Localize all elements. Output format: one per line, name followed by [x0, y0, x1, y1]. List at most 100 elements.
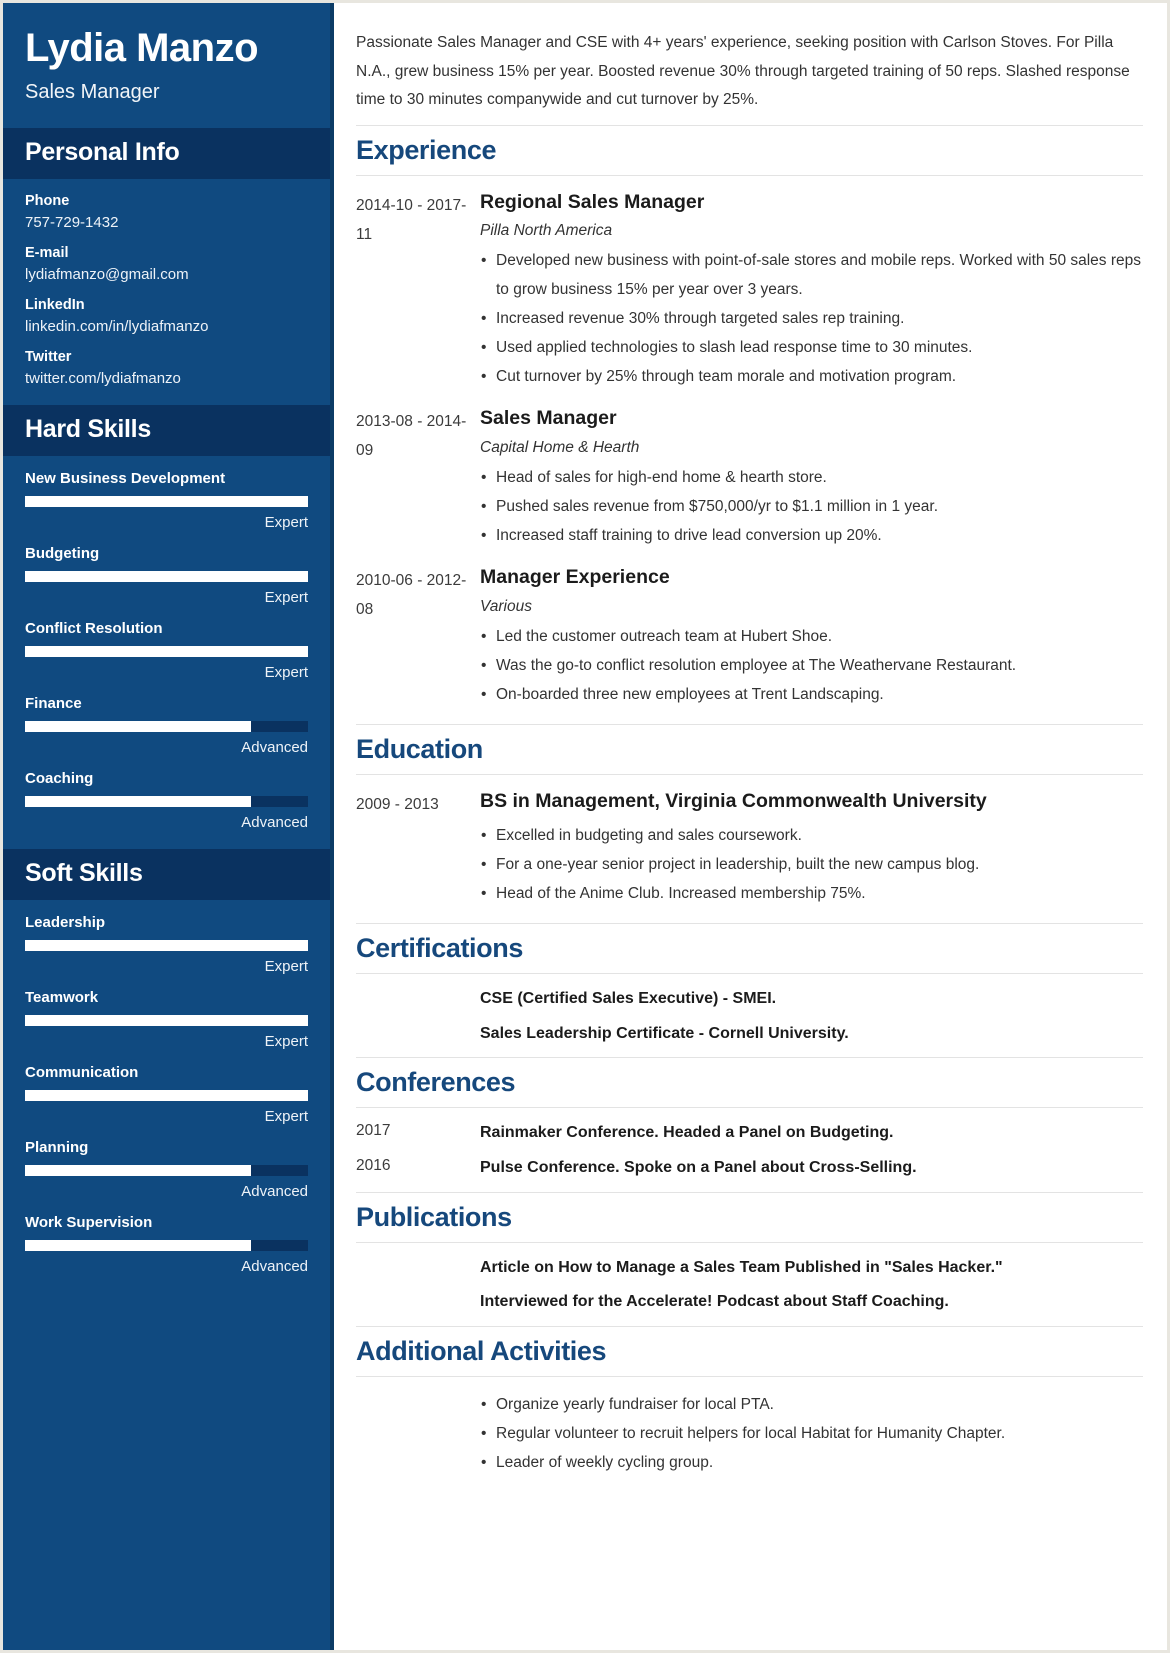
- skill-name: Budgeting: [25, 545, 100, 562]
- skill-item: Finance Advanced: [25, 695, 308, 756]
- bullet-item: Increased staff training to drive lead c…: [480, 522, 1143, 550]
- resume-entry: 2014-10 - 2017-11 Regional Sales Manager P…: [356, 190, 1143, 392]
- bullet-item: On-boarded three new employees at Trent …: [480, 681, 1143, 709]
- skill-bar-fill: [25, 1015, 308, 1026]
- skill-name: Leadership: [25, 914, 106, 931]
- skill-bar-track: [25, 796, 308, 807]
- bullet-item: Excelled in budgeting and sales coursewo…: [480, 822, 1143, 850]
- bullet-item: Organize yearly fundraiser for local PTA…: [480, 1391, 1143, 1419]
- contact-label: LinkedIn: [25, 297, 85, 313]
- section-title-certifications: Certifications: [356, 923, 1143, 975]
- contact-label: E-mail: [25, 245, 69, 261]
- skill-level-label: Advanced: [241, 1183, 308, 1200]
- entry-text: Sales Leadership Certificate - Cornell U…: [480, 1024, 849, 1042]
- skill-bar-track: [25, 496, 308, 507]
- section-additional-activities: Additional Activities Organize yearly fu…: [356, 1325, 1143, 1478]
- entry-dates: [356, 988, 480, 1010]
- entry-text: Rainmaker Conference. Headed a Panel on …: [480, 1124, 894, 1142]
- entry-bullets: Head of sales for high-end home & hearth…: [480, 464, 1143, 551]
- skill-level-label: Expert: [264, 514, 308, 531]
- section-conferences: Conferences 2017 Rainmaker Conference. He…: [356, 1057, 1143, 1178]
- entry-bullets: Excelled in budgeting and sales coursewo…: [480, 822, 1143, 909]
- bullet-item: Regular volunteer to recruit helpers for…: [480, 1420, 1143, 1448]
- bullet-item: Was the go-to conflict resolution employ…: [480, 652, 1143, 680]
- resume-plain-entry: Article on How to Manage a Sales Team Pu…: [356, 1257, 1143, 1279]
- contact-value: 757-729-1432: [25, 214, 119, 231]
- hard-skills-list: New Business Development Expert Budgeting E…: [3, 456, 330, 849]
- skill-bar-track: [25, 940, 308, 951]
- bullet-item: Increased revenue 30% through targeted s…: [480, 305, 1143, 333]
- skill-level-label: Advanced: [241, 1258, 308, 1275]
- skill-name: Finance: [25, 695, 82, 712]
- resume-plain-entry: 2017 Rainmaker Conference. Headed a Panel…: [356, 1122, 1143, 1144]
- entry-dates: 2009 - 2013: [356, 796, 439, 814]
- entry-title: Manager Experience: [480, 566, 670, 589]
- skill-name: Work Supervision: [25, 1214, 153, 1231]
- skill-item: Budgeting Expert: [25, 545, 308, 606]
- entry-bullets: Developed new business with point-of-sal…: [480, 247, 1143, 391]
- section-experience: Experience 2014-10 - 2017-11 Regional Sal…: [356, 125, 1143, 710]
- skill-bar-track: [25, 721, 308, 732]
- skill-name: Coaching: [25, 770, 94, 787]
- contact-label: Twitter: [25, 349, 72, 365]
- bullet-item: Cut turnover by 25% through team morale …: [480, 363, 1143, 391]
- entry-dates: 2010-06 - 2012-08: [356, 572, 467, 618]
- section-title-experience: Experience: [356, 125, 1143, 177]
- bullet-item: Head of the Anime Club. Increased member…: [480, 880, 1143, 908]
- skill-bar-track: [25, 1015, 308, 1026]
- skill-level-label: Expert: [264, 958, 308, 975]
- resume-entry: 2009 - 2013 BS in Management, Virginia Co…: [356, 789, 1143, 909]
- skill-bar-track: [25, 646, 308, 657]
- skill-bar-fill: [25, 721, 252, 732]
- experience-entries: 2014-10 - 2017-11 Regional Sales Manager P…: [356, 190, 1143, 710]
- section-title-conferences: Conferences: [356, 1057, 1143, 1109]
- resume-plain-entry: Sales Leadership Certificate - Cornell U…: [356, 1023, 1143, 1045]
- bullet-item: Developed new business with point-of-sal…: [480, 247, 1143, 303]
- bullet-item: Used applied technologies to slash lead …: [480, 334, 1143, 362]
- contact-item: Twitter twitter.com/lydiafmanzo: [25, 349, 308, 387]
- skill-level-label: Expert: [264, 589, 308, 606]
- entry-dates: 2017: [356, 1122, 391, 1140]
- bullet-item: Pushed sales revenue from $750,000/yr to…: [480, 493, 1143, 521]
- skill-bar-fill: [25, 496, 308, 507]
- entry-dates: [356, 1291, 480, 1313]
- resume-plain-entry: Interviewed for the Accelerate! Podcast …: [356, 1291, 1143, 1313]
- skill-bar-track: [25, 1240, 308, 1251]
- skill-bar-fill: [25, 646, 308, 657]
- contact-item: LinkedIn linkedin.com/in/lydiafmanzo: [25, 297, 308, 335]
- section-publications: Publications Article on How to Manage a …: [356, 1191, 1143, 1313]
- skill-item: Teamwork Expert: [25, 989, 308, 1050]
- professional-summary: Passionate Sales Manager and CSE with 4+…: [356, 34, 1130, 109]
- name-block: Lydia Manzo Sales Manager: [3, 3, 330, 128]
- skill-item: Coaching Advanced: [25, 770, 308, 831]
- skill-bar-fill: [25, 1240, 252, 1251]
- skill-name: Communication: [25, 1064, 139, 1081]
- skill-item: Conflict Resolution Expert: [25, 620, 308, 681]
- entry-subtitle: Pilla North America: [480, 222, 613, 240]
- bullet-item: Leader of weekly cycling group.: [480, 1449, 1143, 1477]
- skill-item: Planning Advanced: [25, 1139, 308, 1200]
- skill-level-label: Expert: [264, 664, 308, 681]
- resume-entry: 2010-06 - 2012-08 Manager Experience Vario…: [356, 565, 1143, 710]
- skill-bar-fill: [25, 1090, 308, 1101]
- personal-info-list: Phone 757-729-1432 E-mail lydiafmanzo@gmail…: [3, 179, 330, 405]
- entry-text: Interviewed for the Accelerate! Podcast …: [480, 1293, 949, 1311]
- entry-dates: 2013-08 - 2014-09: [356, 413, 467, 460]
- section-title-education: Education: [356, 724, 1143, 776]
- section-header-hard-skills: Hard Skills: [3, 405, 330, 456]
- education-entries: 2009 - 2013 BS in Management, Virginia Co…: [356, 789, 1143, 909]
- skill-bar-fill: [25, 571, 308, 582]
- entry-title: BS in Management, Virginia Commonwealth …: [480, 790, 987, 813]
- entry-body: Regional Sales Manager Pilla North Americ…: [480, 190, 1143, 392]
- skill-bar-fill: [25, 796, 252, 807]
- entry-text: Article on How to Manage a Sales Team Pu…: [480, 1258, 1003, 1276]
- skill-bar-track: [25, 1090, 308, 1101]
- contact-value: lydiafmanzo@gmail.com: [25, 266, 189, 283]
- entry-dates: [356, 1257, 480, 1279]
- soft-skills-list: Leadership Expert Teamwork Expert Communicat…: [3, 900, 330, 1293]
- skill-level-label: Advanced: [241, 739, 308, 756]
- skill-item: New Business Development Expert: [25, 470, 308, 531]
- contact-label: Phone: [25, 193, 70, 209]
- resume-entry: 2013-08 - 2014-09 Sales Manager Capital Ho…: [356, 406, 1143, 551]
- sidebar: Lydia Manzo Sales Manager Personal Info …: [3, 3, 334, 1650]
